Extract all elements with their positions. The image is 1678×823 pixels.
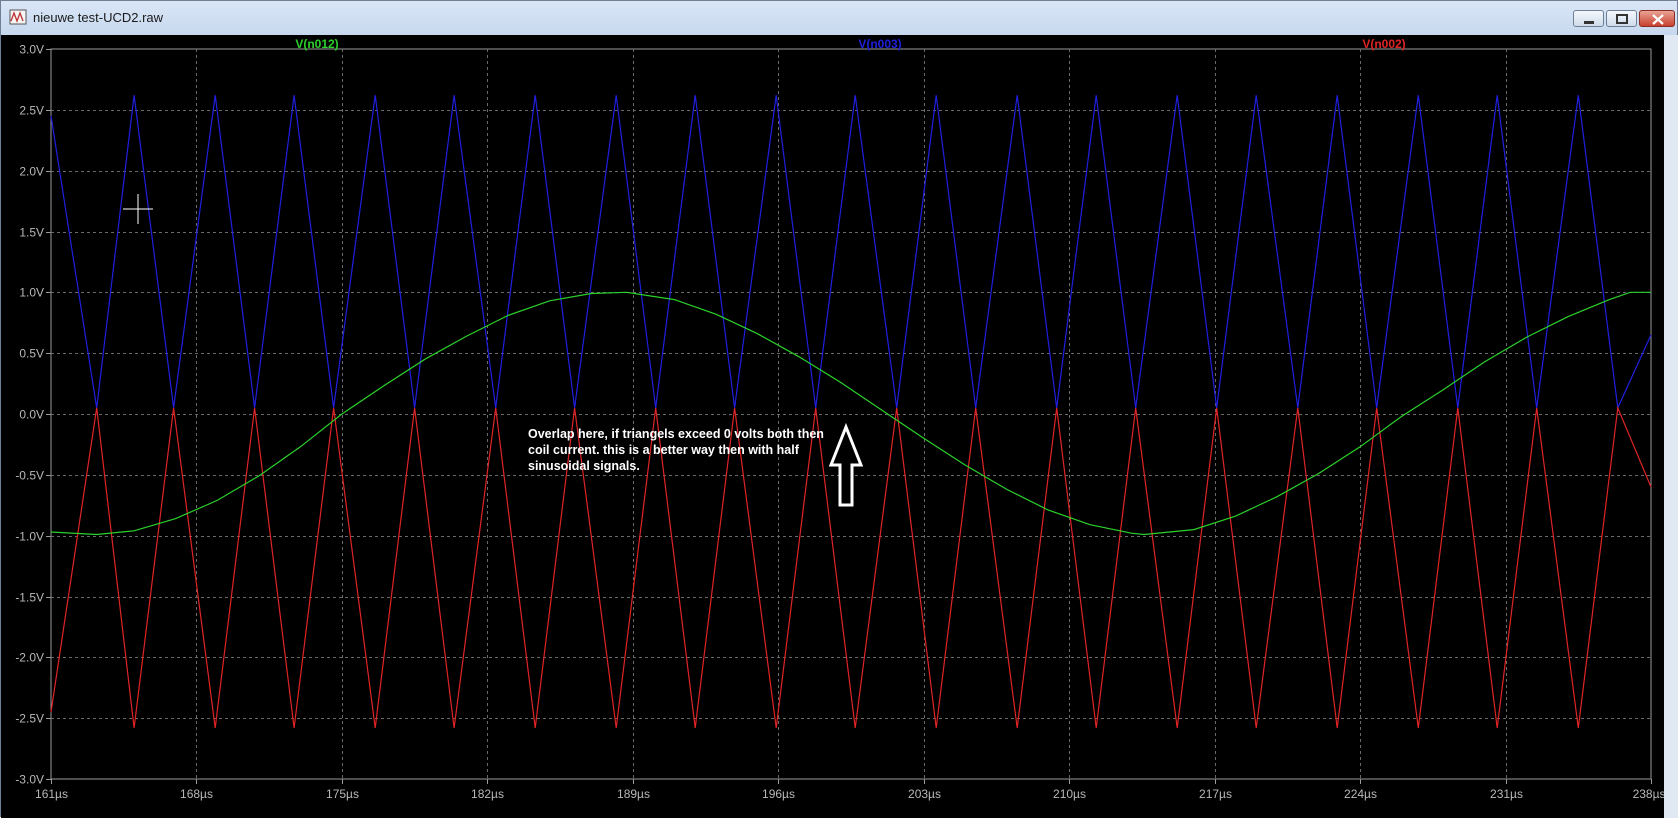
x-tick-label: 189µs xyxy=(617,787,650,801)
ltspice-app-icon xyxy=(9,9,27,25)
y-tick-label: 3.0V xyxy=(19,43,44,57)
minimize-icon xyxy=(1584,21,1594,24)
plot-pane[interactable]: 3.0V 2.5V 2.0V 1.5V 1.0V 0.5V 0.0V -0.5V -1.0V -1… xyxy=(1,35,1678,818)
maximize-button[interactable] xyxy=(1606,10,1637,27)
x-tick-label: 217µs xyxy=(1199,787,1232,801)
waveform-chart[interactable]: 3.0V 2.5V 2.0V 1.5V 1.0V 0.5V 0.0V -0.5V -1.0V -1… xyxy=(1,35,1678,818)
y-tick-label: -0.5V xyxy=(15,469,44,483)
overlap-annotation: Overlap here, if triangels exceed 0 volt… xyxy=(528,427,824,473)
x-tick-label: 203µs xyxy=(908,787,941,801)
x-tick-label: 182µs xyxy=(471,787,504,801)
trace-label-vn012: V(n012) xyxy=(295,37,338,51)
window-frame-right xyxy=(1664,35,1678,818)
series-vn003 xyxy=(50,95,1652,411)
trace-label-vn003: V(n003) xyxy=(858,37,901,51)
x-tick-label: 196µs xyxy=(762,787,795,801)
trace-label-vn002: V(n002) xyxy=(1362,37,1405,51)
y-tick-label: 1.0V xyxy=(19,286,44,300)
x-tick-label: 168µs xyxy=(180,787,213,801)
waveform-viewer-window: nieuwe test-UCD2.raw 3.0V 2.5V 2.0V 1.5V 1.0… xyxy=(0,0,1678,818)
y-tick-label: 0.0V xyxy=(19,408,44,422)
y-tick-label: 1.5V xyxy=(19,226,44,240)
maximize-icon xyxy=(1616,14,1628,24)
close-button[interactable] xyxy=(1639,10,1675,27)
y-tick-label: -2.5V xyxy=(15,712,44,726)
x-tick-label: 161µs xyxy=(35,787,68,801)
y-tick-label: 2.5V xyxy=(19,104,44,118)
x-tick-label: 210µs xyxy=(1053,787,1086,801)
y-tick-label: -1.0V xyxy=(15,530,44,544)
y-tick-label: 2.0V xyxy=(19,165,44,179)
window-title: nieuwe test-UCD2.raw xyxy=(33,10,164,25)
y-tick-label: -1.5V xyxy=(15,591,44,605)
y-tick-label: -3.0V xyxy=(15,773,44,787)
minimize-button[interactable] xyxy=(1573,10,1604,27)
y-tick-label: -2.0V xyxy=(15,651,44,665)
x-tick-label: 175µs xyxy=(326,787,359,801)
y-tick-label: 0.5V xyxy=(19,347,44,361)
close-icon xyxy=(1652,14,1664,25)
x-tick-label: 238µs xyxy=(1633,787,1666,801)
title-bar[interactable]: nieuwe test-UCD2.raw xyxy=(1,1,1677,36)
x-tick-label: 224µs xyxy=(1344,787,1377,801)
x-tick-label: 231µs xyxy=(1490,787,1523,801)
